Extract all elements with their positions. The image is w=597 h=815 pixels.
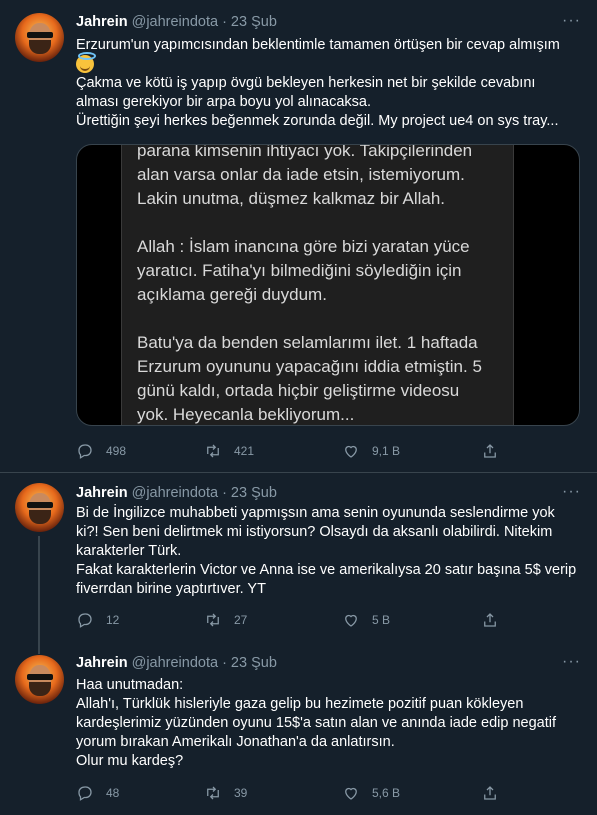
like-button[interactable]: 5,6 B	[342, 783, 400, 803]
media-text-line: günü kaldı, ortada hiçbir geliştirme vid…	[137, 381, 460, 400]
reply-count: 498	[106, 444, 127, 458]
tweet-text: Erzurum'un yapımcısından beklentimle tam…	[76, 36, 581, 131]
thread-line	[38, 536, 40, 643]
tweet-text-line: Haa unutmadan:	[76, 677, 184, 693]
user-handle[interactable]: @jahreindota	[132, 655, 218, 671]
retweet-button[interactable]: 39	[204, 783, 247, 803]
like-count: 5 B	[372, 613, 391, 627]
tweet-text-line: Çakma ve kötü iş yapıp övgü bekleyen her…	[76, 75, 536, 91]
media-text-line: parana kimsenin ihtiyacı yok. Takipçiler…	[137, 144, 473, 160]
retweet-button[interactable]: 27	[204, 610, 247, 630]
heart-icon	[345, 614, 357, 627]
thread-line	[38, 643, 40, 654]
avatar[interactable]	[15, 13, 64, 62]
tweet-text-line: kardeşlerimiz yüzünden oyunu 15$'a satın…	[76, 715, 556, 731]
tweet-text-line	[76, 52, 581, 74]
display-name[interactable]: Jahrein	[76, 14, 128, 30]
media-text-line: Lakin unutma, düşmez kalkmaz bir Allah.	[137, 189, 446, 208]
separator-dot: ·	[222, 655, 227, 671]
separator-dot: ·	[222, 14, 227, 30]
like-count: 5,6 B	[372, 786, 401, 800]
media-text-line: Erzurum oyununu yapacağını iddia etmişti…	[137, 357, 482, 376]
tweet-text-line: Olur mu kardeş?	[76, 753, 184, 769]
timestamp[interactable]: 23 Şub	[231, 485, 277, 501]
reply-button[interactable]: 48	[76, 783, 119, 803]
tweet-text-line: Allah'ı, Türklük hisleriyle gaza gelip b…	[76, 696, 524, 712]
avatar[interactable]	[15, 483, 64, 532]
reply-count: 48	[106, 786, 120, 800]
user-handle[interactable]: @jahreindota	[132, 14, 218, 30]
reply-button[interactable]: 498	[76, 441, 126, 461]
reply-icon	[78, 444, 92, 459]
media-text-line: Allah : İslam inancına göre bizi yaratan…	[137, 237, 470, 256]
tweet[interactable]: Jahrein @jahreindota · 23 Şub ··· Bi de …	[0, 473, 597, 643]
retweet-button[interactable]: 421	[204, 441, 254, 461]
share-button[interactable]	[481, 783, 499, 803]
tweet-media-image[interactable]: parana kimsenin ihtiyacı yok. Takipçiler…	[76, 144, 580, 426]
tweet-text-line: Fakat karakterlerin Victor ve Anna ise v…	[76, 562, 577, 578]
share-icon	[484, 786, 496, 800]
tweet-text: Haa unutmadan: Allah'ı, Türklük hisleriy…	[76, 676, 581, 771]
tweet-text-line: fiverrdan birine yaptırtıver. YT	[76, 581, 266, 597]
tweet-text-line: Ürettiğin şeyi herkes beğenmek zorunda d…	[76, 113, 559, 129]
timestamp[interactable]: 23 Şub	[231, 655, 277, 671]
separator-dot: ·	[222, 485, 227, 501]
reply-icon	[78, 786, 92, 801]
tweet-actions: 48 39 5,6 B	[76, 783, 506, 803]
timestamp[interactable]: 23 Şub	[231, 14, 277, 30]
display-name[interactable]: Jahrein	[76, 655, 128, 671]
reply-icon	[78, 613, 92, 628]
share-icon	[484, 613, 496, 627]
media-text: parana kimsenin ihtiyacı yok. Takipçiler…	[137, 144, 537, 425]
retweet-icon	[207, 444, 219, 458]
retweet-icon	[207, 786, 219, 800]
media-text-line: yaratıcı. Fatiha'yı bilmediğini söylediğ…	[137, 261, 462, 280]
share-button[interactable]	[481, 610, 499, 630]
tweet-header: Jahrein @jahreindota · 23 Şub	[76, 483, 277, 503]
tweet-header: Jahrein @jahreindota · 23 Şub	[76, 12, 277, 32]
media-text-line: yok. Heyecanla bekliyorum...	[137, 405, 355, 424]
heart-icon	[345, 787, 357, 800]
media-text-line	[137, 307, 537, 331]
avatar[interactable]	[15, 655, 64, 704]
like-count: 9,1 B	[372, 444, 401, 458]
more-options-icon[interactable]: ···	[562, 483, 581, 501]
like-button[interactable]: 9,1 B	[342, 441, 400, 461]
retweet-count: 27	[234, 613, 248, 627]
like-button[interactable]: 5 B	[342, 610, 390, 630]
tweet-header: Jahrein @jahreindota · 23 Şub	[76, 653, 277, 673]
media-text-line: açıklama gereği duydum.	[137, 285, 327, 304]
retweet-count: 421	[234, 444, 255, 458]
tweet-text-line: Erzurum'un yapımcısından beklentimle tam…	[76, 37, 560, 53]
retweet-icon	[207, 613, 219, 627]
retweet-count: 39	[234, 786, 248, 800]
tweet-actions: 12 27 5 B	[76, 610, 506, 630]
media-text-line: Batu'ya da benden selamlarımı ilet. 1 ha…	[137, 333, 478, 352]
tweet[interactable]: Jahrein @jahreindota · 23 Şub ··· Erzuru…	[0, 0, 597, 472]
more-options-icon[interactable]: ···	[562, 653, 581, 671]
media-text-line	[137, 211, 537, 235]
heart-icon	[345, 445, 357, 458]
share-button[interactable]	[481, 441, 499, 461]
tweet-text-line: ki?! Sen beni delirtmek mi istiyorsun? O…	[76, 524, 553, 540]
media-text-line: alan varsa onlar da iade etsin, istemiyo…	[137, 165, 465, 184]
smiling-face-with-halo-icon	[76, 52, 96, 74]
tweet-text: Bi de İngilizce muhabbeti yapmışsın ama …	[76, 504, 581, 599]
tweet-actions: 498 421 9,1 B	[76, 441, 506, 461]
tweet-text-line: yorum bırakan Amerikalı Jonathan'a da an…	[76, 734, 395, 750]
tweet-text-line: alması gerekiyor bir arpa boyu yol alına…	[76, 94, 371, 110]
more-options-icon[interactable]: ···	[562, 12, 581, 30]
tweet[interactable]: Jahrein @jahreindota · 23 Şub ··· Haa un…	[0, 643, 597, 815]
share-icon	[484, 444, 496, 458]
reply-count: 12	[106, 613, 120, 627]
tweet-text-line: karakterler Türk.	[76, 543, 182, 559]
user-handle[interactable]: @jahreindota	[132, 485, 218, 501]
tweet-text-line: Bi de İngilizce muhabbeti yapmışsın ama …	[76, 505, 555, 521]
reply-button[interactable]: 12	[76, 610, 119, 630]
display-name[interactable]: Jahrein	[76, 485, 128, 501]
